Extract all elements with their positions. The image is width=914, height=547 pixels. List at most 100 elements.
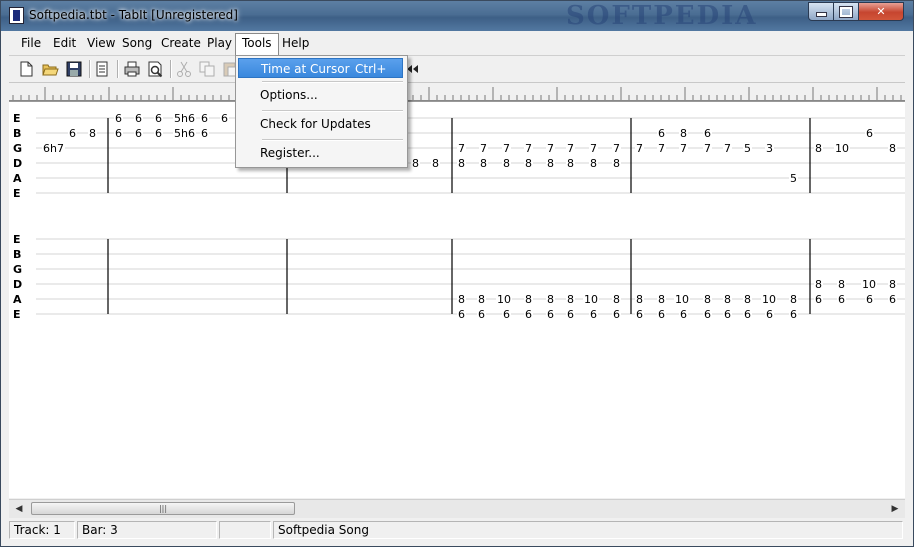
tab-note[interactable]: 6 xyxy=(658,127,665,140)
tab-note[interactable]: 5 xyxy=(790,172,797,185)
tab-note[interactable]: 8 xyxy=(613,293,620,306)
tab-note[interactable]: 7 xyxy=(680,142,687,155)
tab-note[interactable]: 6 xyxy=(704,308,711,321)
tab-note[interactable]: 8 xyxy=(590,157,597,170)
tab-note[interactable]: 6 xyxy=(724,308,731,321)
tab-note[interactable]: 6 xyxy=(838,293,845,306)
print-icon[interactable] xyxy=(123,60,141,78)
tab-note[interactable]: 7 xyxy=(658,142,665,155)
tab-note[interactable]: 5 xyxy=(744,142,751,155)
tab-note[interactable]: 8 xyxy=(704,293,711,306)
tab-note[interactable]: 8 xyxy=(458,293,465,306)
tab-note[interactable]: 6 xyxy=(135,127,142,140)
tab-note[interactable]: 7 xyxy=(458,142,465,155)
horizontal-scrollbar[interactable]: ◀ ||| ▶ xyxy=(9,499,905,518)
tab-note[interactable]: 6 xyxy=(636,308,643,321)
tab-note[interactable]: 8 xyxy=(724,293,731,306)
position-ruler[interactable] xyxy=(9,83,905,102)
menu-item-register[interactable]: Register... xyxy=(238,143,403,163)
menu-item-check-updates[interactable]: Check for Updates xyxy=(238,114,403,134)
tab-note[interactable]: 6 xyxy=(790,308,797,321)
tab-note[interactable]: 10 xyxy=(862,278,876,291)
tab-note[interactable]: 6 xyxy=(590,308,597,321)
tab-note[interactable]: 6 xyxy=(889,293,896,306)
tab-note[interactable]: 6 xyxy=(478,308,485,321)
new-icon[interactable] xyxy=(17,60,35,78)
tab-note[interactable]: 6 xyxy=(201,112,208,125)
tab-note[interactable]: 6 xyxy=(155,127,162,140)
tab-note[interactable]: 8 xyxy=(503,157,510,170)
tab-note[interactable]: 8 xyxy=(815,142,822,155)
tab-note[interactable]: 6 xyxy=(115,112,122,125)
tab-note[interactable]: 8 xyxy=(432,157,439,170)
tab-note[interactable]: 6 xyxy=(201,127,208,140)
tab-note[interactable]: 6 xyxy=(115,127,122,140)
menu-item-time-at-cursor[interactable]: Time at Cursor Ctrl+ xyxy=(238,58,403,78)
tab-note[interactable]: 10 xyxy=(497,293,511,306)
tab-note[interactable]: 10 xyxy=(584,293,598,306)
tab-note[interactable]: 6 xyxy=(458,308,465,321)
menu-edit[interactable]: Edit xyxy=(47,34,82,52)
tab-note[interactable]: 8 xyxy=(480,157,487,170)
tab-note[interactable]: 8 xyxy=(525,293,532,306)
menu-file[interactable]: File xyxy=(15,34,47,52)
tab-note[interactable]: 7 xyxy=(613,142,620,155)
tab-note[interactable]: 6 xyxy=(658,308,665,321)
open-icon[interactable] xyxy=(41,60,59,78)
tab-note[interactable]: 8 xyxy=(680,127,687,140)
tab-note[interactable]: 8 xyxy=(547,157,554,170)
tab-note[interactable]: 8 xyxy=(547,293,554,306)
tab-note[interactable]: 6 xyxy=(744,308,751,321)
tab-note[interactable]: 7 xyxy=(724,142,731,155)
tab-note[interactable]: 5h6 xyxy=(174,127,195,140)
tab-note[interactable]: 7 xyxy=(636,142,643,155)
menu-song[interactable]: Song xyxy=(116,34,158,52)
tab-note[interactable]: 7 xyxy=(704,142,711,155)
tab-note[interactable]: 7 xyxy=(567,142,574,155)
minimize-button[interactable] xyxy=(808,2,834,21)
tab-note[interactable]: 7 xyxy=(547,142,554,155)
tab-note[interactable]: 8 xyxy=(636,293,643,306)
tab-note[interactable]: 6h7 xyxy=(43,142,64,155)
tab-note[interactable]: 8 xyxy=(89,127,96,140)
title-bar[interactable]: Softpedia.tbt - TabIt [Unregistered] SOF… xyxy=(1,1,913,31)
tab-note[interactable]: 8 xyxy=(744,293,751,306)
tab-note[interactable]: 8 xyxy=(458,157,465,170)
tab-note[interactable]: 7 xyxy=(503,142,510,155)
tab-note[interactable]: 6 xyxy=(866,127,873,140)
tab-note[interactable]: 8 xyxy=(478,293,485,306)
tab-note[interactable]: 7 xyxy=(525,142,532,155)
tab-note[interactable]: 3 xyxy=(766,142,773,155)
tab-note[interactable]: 10 xyxy=(835,142,849,155)
tab-note[interactable]: 6 xyxy=(815,293,822,306)
tab-note[interactable]: 6 xyxy=(135,112,142,125)
tab-note[interactable]: 6 xyxy=(613,308,620,321)
tab-note[interactable]: 6 xyxy=(547,308,554,321)
tab-note[interactable]: 8 xyxy=(815,278,822,291)
tab-note[interactable]: 6 xyxy=(680,308,687,321)
tab-note[interactable]: 6 xyxy=(503,308,510,321)
tab-note[interactable]: 8 xyxy=(790,293,797,306)
tab-note[interactable]: 6 xyxy=(221,112,228,125)
tab-note[interactable]: 8 xyxy=(525,157,532,170)
tab-note[interactable]: 6 xyxy=(766,308,773,321)
close-button[interactable]: ✕ xyxy=(858,2,904,21)
tab-note[interactable]: 6 xyxy=(704,127,711,140)
tab-note[interactable]: 7 xyxy=(590,142,597,155)
tab-note[interactable]: 8 xyxy=(838,278,845,291)
app-icon[interactable] xyxy=(9,7,24,24)
menu-create[interactable]: Create xyxy=(155,34,207,52)
tab-note[interactable]: 5h6 xyxy=(174,112,195,125)
tab-note[interactable]: 6 xyxy=(567,308,574,321)
cut-icon[interactable] xyxy=(175,60,193,78)
print-preview-icon[interactable] xyxy=(146,60,164,78)
menu-tools[interactable]: Tools xyxy=(235,33,279,55)
tab-note[interactable]: 8 xyxy=(658,293,665,306)
scrollbar-thumb[interactable]: ||| xyxy=(31,502,295,515)
properties-icon[interactable] xyxy=(93,60,111,78)
tab-note[interactable]: 6 xyxy=(525,308,532,321)
tab-note[interactable]: 8 xyxy=(889,278,896,291)
tab-note[interactable]: 8 xyxy=(613,157,620,170)
tablature-view[interactable]: E B G D A E E B G D A E 6 6 6 5h6 6 6 6 8 6 6 6 5h6 6 6 8 6 6 6h7 7 7 7 7… xyxy=(9,102,905,498)
copy-icon[interactable] xyxy=(198,60,216,78)
